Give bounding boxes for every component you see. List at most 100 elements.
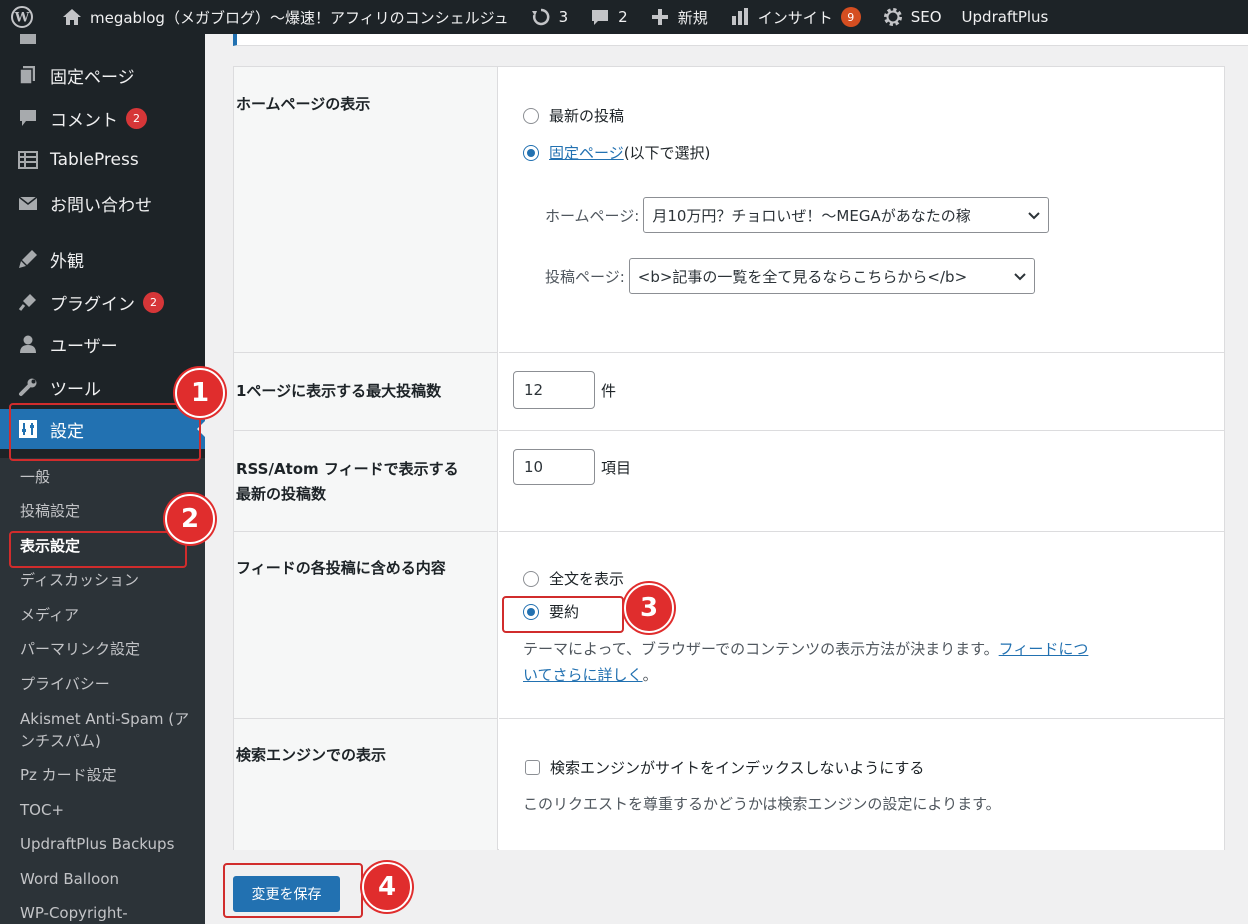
feed-learn-more-link-2[interactable]: いてさらに詳しく [523, 666, 643, 684]
sidebar-item-label: ユーザー [50, 336, 118, 357]
submenu-item-akismet[interactable]: Akismet Anti-Spam (アンチスパム) [20, 708, 195, 752]
noindex-checkbox[interactable] [525, 760, 540, 775]
site-name-link[interactable]: megablog（メガブログ）〜爆速！アフィリのコンシェルジュ [50, 0, 519, 34]
user-icon [17, 333, 39, 355]
posts-page-select-label: 投稿ページ: [545, 267, 625, 286]
annotation-marker-1: 1 [175, 368, 225, 418]
sidebar-item-label: 外観 [50, 251, 84, 272]
posts-page-select[interactable]: <b>記事の一覧を全て見るならこちらから</b> [628, 258, 1035, 294]
chevron-down-icon [1028, 206, 1041, 224]
wordpress-logo-icon: W [10, 5, 34, 29]
insights-link[interactable]: インサイト 9 [718, 0, 871, 34]
sidebar-item-plugins[interactable]: プラグイン 2 [0, 282, 205, 322]
site-title: megablog（メガブログ）〜爆速！アフィリのコンシェルジュ [90, 8, 509, 27]
insights-label: インサイト [757, 8, 833, 27]
search-engine-field: 検索エンジンがサイトをインデックスしないようにする このリクエストを尊重するかど… [499, 719, 1224, 850]
posts-page-select-value: <b>記事の一覧を全て見るならこちらから</b> [637, 267, 968, 286]
comments-badge: 2 [126, 107, 147, 129]
submenu-item-discussion[interactable]: ディスカッション [20, 569, 195, 591]
bar-chart-icon [728, 5, 752, 29]
posts-page-select-row: 投稿ページ: <b>記事の一覧を全て見るならこちらから</b> [545, 258, 1035, 294]
settings-icon [17, 418, 39, 440]
comments-count: 2 [618, 8, 628, 26]
annotation-marker-2: 2 [165, 494, 215, 544]
sidebar-item-label: コメント [50, 110, 118, 131]
submenu-item-privacy[interactable]: プライバシー [20, 673, 195, 695]
sidebar-item-settings[interactable]: 設定 [0, 409, 205, 449]
homepage-display-field: 最新の投稿 固定ページ (以下で選択) ホームページ: 月10万円？チョロいぜ！… [499, 67, 1224, 353]
sidebar-item-tablepress[interactable]: TablePress [0, 140, 205, 180]
full-text-label: 全文を表示 [549, 570, 625, 588]
new-label: 新規 [677, 8, 708, 27]
static-page-radio[interactable] [523, 144, 539, 161]
sidebar-item-label: 設定 [50, 421, 84, 442]
updraftplus-label: UpdraftPlus [961, 8, 1049, 26]
submenu-item-word-balloon[interactable]: Word Balloon [20, 868, 195, 890]
full-text-option[interactable]: 全文を表示 [523, 568, 624, 589]
latest-posts-option[interactable]: 最新の投稿 [523, 105, 624, 126]
submenu-item-pz-card[interactable]: Pz カード設定 [20, 764, 195, 786]
feed-content-field: 全文を表示 要約 テーマによって、ブラウザーでのコンテンツの表示方法が決まります… [499, 532, 1224, 719]
comments-link[interactable]: 2 [578, 0, 638, 34]
sidebar-item-tools[interactable]: ツール [0, 367, 205, 407]
posts-per-page-unit: 件 [601, 381, 617, 400]
updraftplus-link[interactable]: UpdraftPlus [952, 0, 1059, 34]
submenu-item-reading[interactable]: 表示設定 [20, 535, 195, 557]
insights-badge: 9 [840, 7, 861, 27]
feed-description-end: 。 [642, 666, 658, 684]
sidebar-item-contact[interactable]: お問い合わせ [0, 183, 205, 223]
seo-link[interactable]: SEO [871, 0, 952, 34]
chevron-down-icon [1014, 267, 1026, 285]
submenu-item-wp-copyright[interactable]: WP-Copyright- [20, 902, 195, 924]
feed-learn-more-link-1[interactable]: フィードにつ [999, 640, 1089, 658]
static-page-link[interactable]: 固定ページ [549, 142, 624, 163]
mail-icon [17, 192, 39, 214]
homepage-display-label: ホームページの表示 [234, 67, 498, 353]
summary-radio[interactable] [523, 603, 539, 620]
annotation-marker-3: 3 [624, 583, 674, 633]
summary-label: 要約 [549, 603, 580, 621]
save-changes-button[interactable]: 変更を保存 [233, 876, 340, 912]
noindex-option[interactable]: 検索エンジンがサイトをインデックスしないようにする [525, 757, 924, 778]
sidebar-item-label: お問い合わせ [50, 195, 152, 216]
latest-posts-radio[interactable] [523, 107, 539, 124]
comment-icon [17, 107, 39, 129]
homepage-select-value: 月10万円？チョロいぜ！〜MEGAがあなたの稼 [652, 206, 971, 225]
notice-bar [233, 34, 1248, 46]
sidebar-item-media-partial[interactable] [0, 34, 205, 56]
seo-label: SEO [910, 8, 942, 26]
feed-content-label: フィードの各投稿に含める内容 [234, 532, 498, 719]
sidebar-item-pages[interactable]: 固定ページ [0, 55, 205, 95]
submenu-item-permalink[interactable]: パーマリンク設定 [20, 638, 195, 660]
sidebar-item-label: ツール [50, 379, 101, 400]
submenu-item-media[interactable]: メディア [20, 604, 195, 626]
static-page-option[interactable]: 固定ページ (以下で選択) [523, 142, 710, 163]
latest-posts-label: 最新の投稿 [549, 107, 625, 125]
rss-count-input[interactable]: 10 [513, 449, 595, 485]
submenu-item-toc[interactable]: TOC+ [20, 799, 195, 821]
updates-link[interactable]: 3 [519, 0, 579, 34]
sidebar-item-appearance[interactable]: 外観 [0, 239, 205, 279]
submenu-item-updraftplus[interactable]: UpdraftPlus Backups [20, 833, 195, 855]
homepage-select[interactable]: 月10万円？チョロいぜ！〜MEGAがあなたの稼 [643, 197, 1050, 233]
plugin-icon [17, 291, 39, 313]
main-content: ホームページの表示 最新の投稿 固定ページ (以下で選択) ホームページ: 月1… [205, 34, 1248, 924]
gear-icon [881, 5, 905, 29]
annotation-marker-4: 4 [362, 862, 412, 912]
submenu-item-general[interactable]: 一般 [20, 466, 195, 488]
feed-content-description: テーマによって、ブラウザーでのコンテンツの表示方法が決まります。フィードについて… [523, 636, 1203, 688]
summary-option[interactable]: 要約 [523, 601, 579, 622]
home-icon [60, 5, 84, 29]
posts-per-page-label: 1ページに表示する最大投稿数 [234, 353, 498, 431]
wordpress-logo-button[interactable]: W [0, 0, 50, 34]
svg-text:W: W [14, 11, 30, 26]
reading-settings-table: ホームページの表示 最新の投稿 固定ページ (以下で選択) ホームページ: 月1… [233, 66, 1225, 850]
new-content-link[interactable]: 新規 [638, 0, 718, 34]
sidebar-item-comments[interactable]: コメント 2 [0, 98, 205, 138]
full-text-radio[interactable] [523, 570, 539, 587]
search-engine-label: 検索エンジンでの表示 [234, 719, 498, 850]
feed-description-text: テーマによって、ブラウザーでのコンテンツの表示方法が決まります。 [523, 640, 999, 658]
media-icon [17, 34, 39, 47]
sidebar-item-users[interactable]: ユーザー [0, 324, 205, 364]
posts-per-page-input[interactable]: 12 [513, 371, 595, 409]
